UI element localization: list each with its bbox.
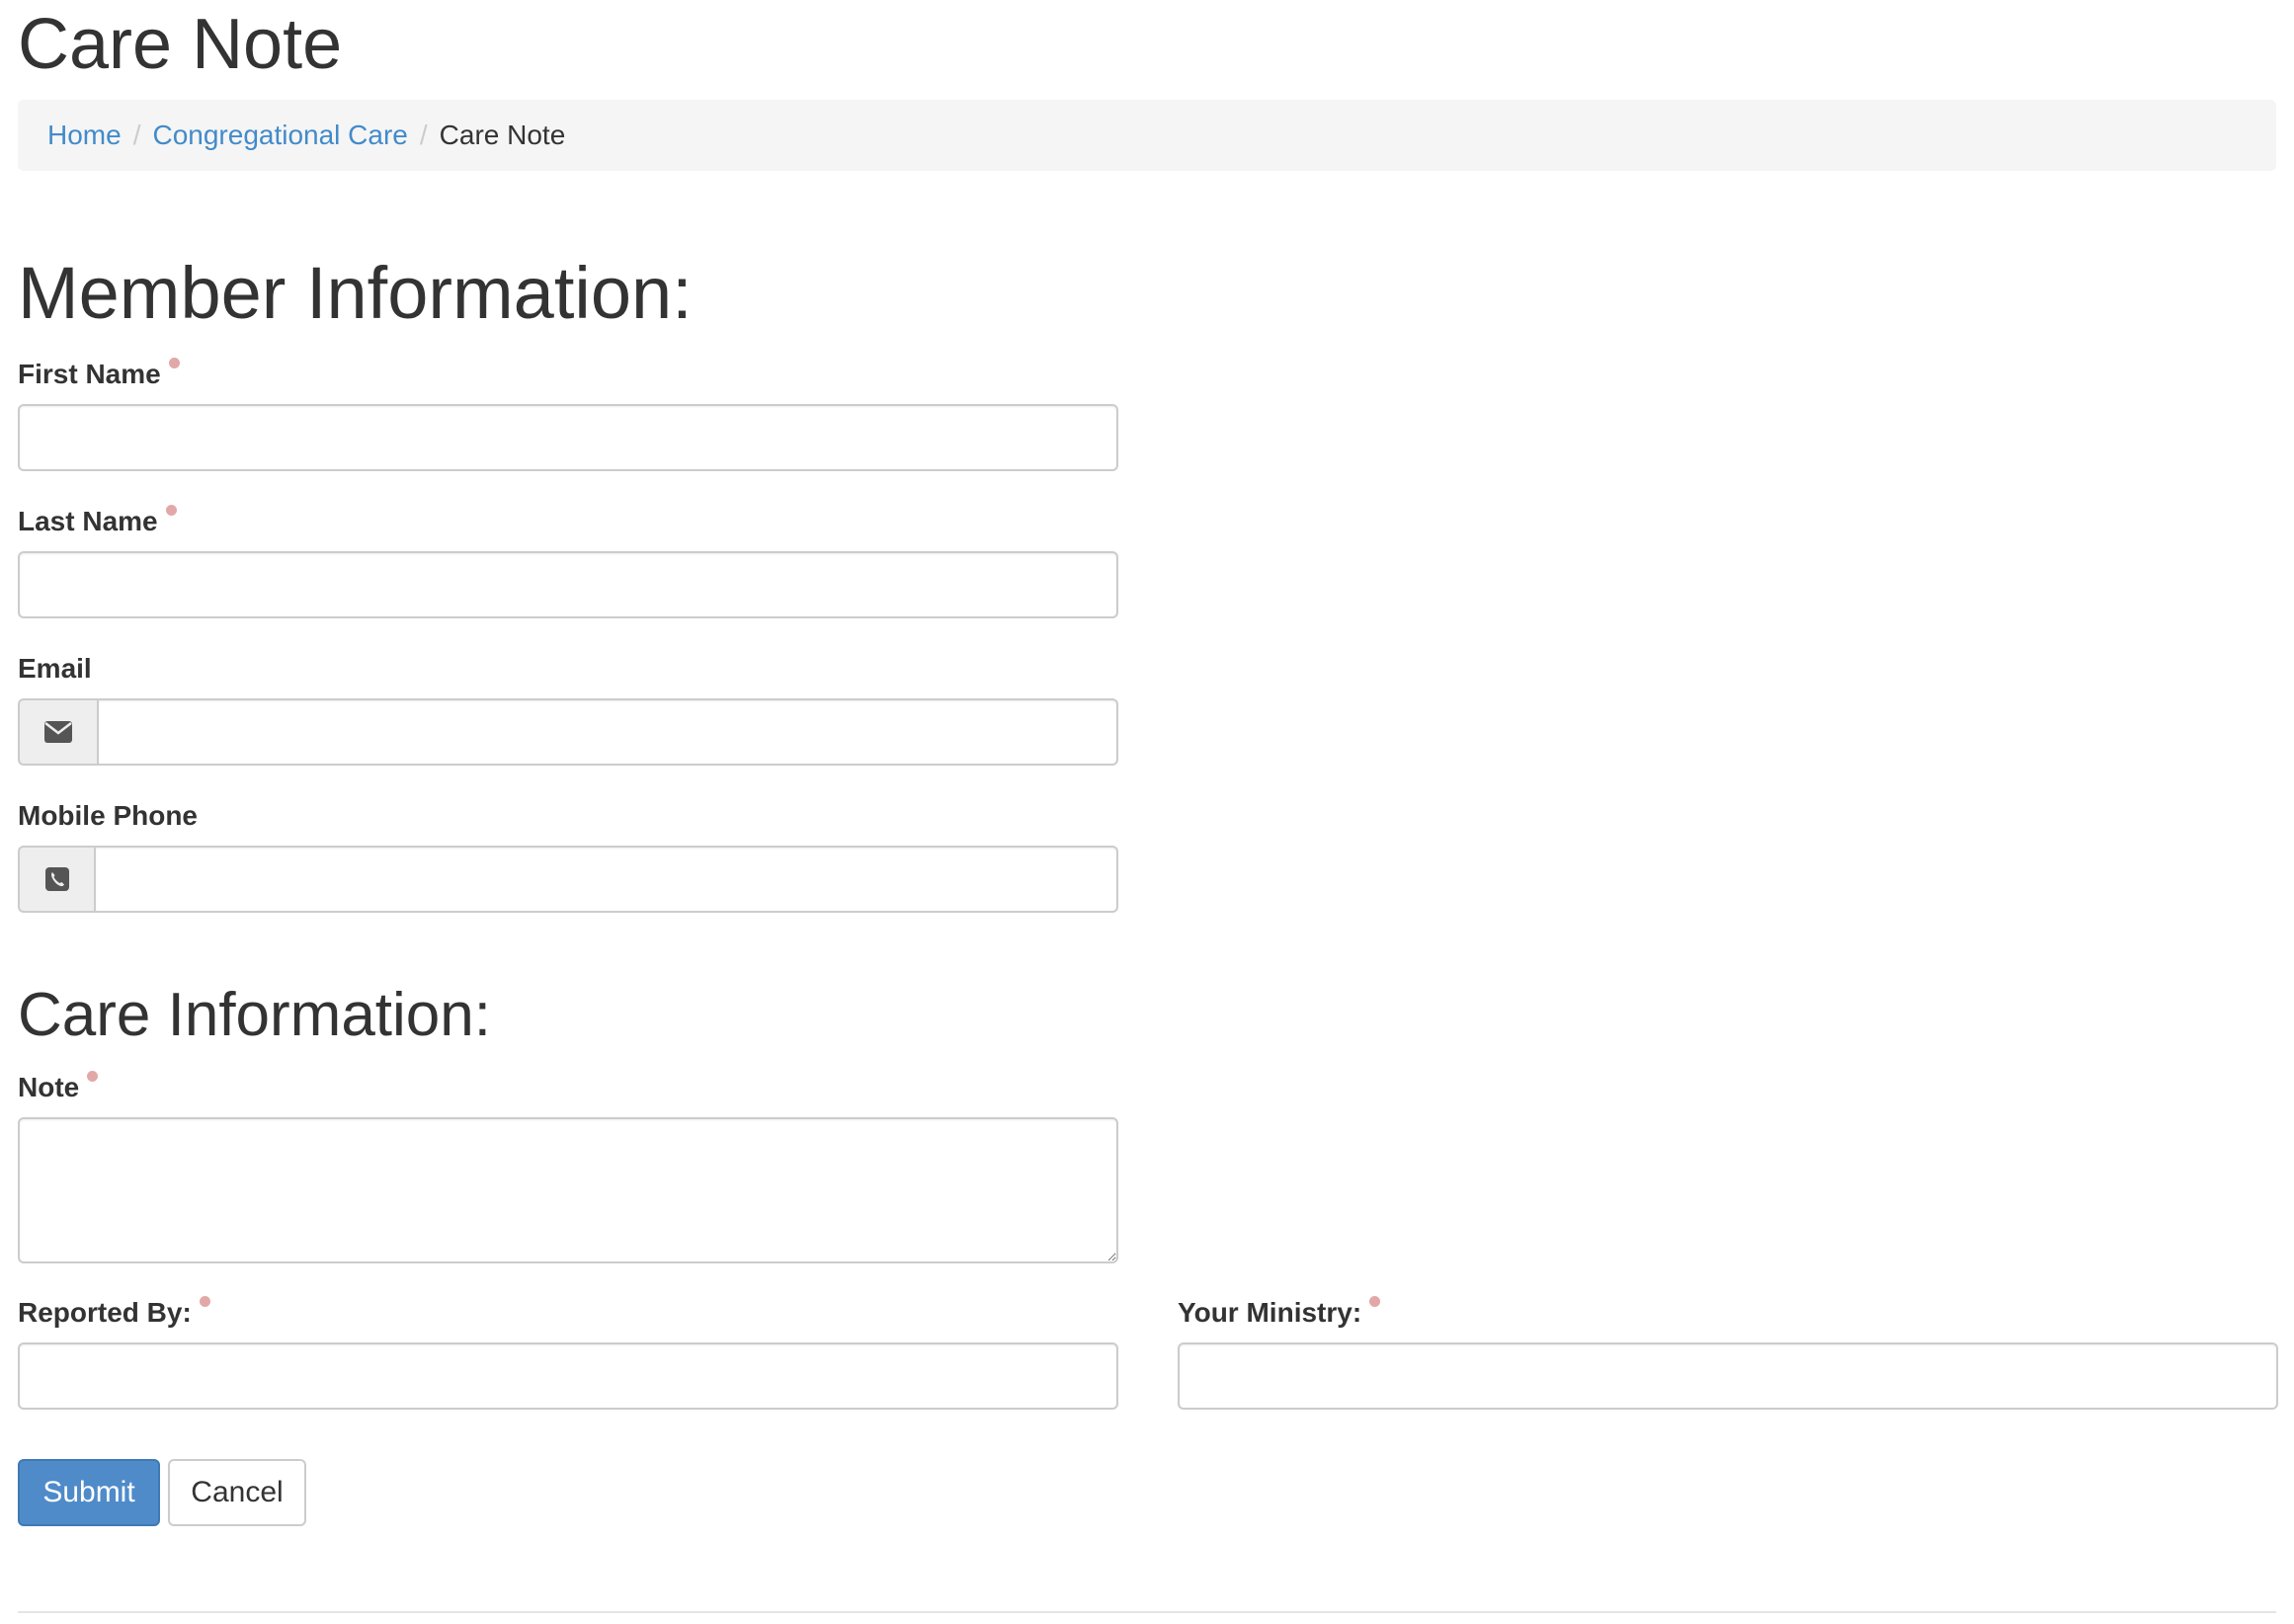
page-title: Care Note bbox=[18, 5, 343, 84]
your-ministry-label: Your Ministry: bbox=[1178, 1296, 1381, 1330]
required-indicator bbox=[87, 1071, 99, 1082]
mobile-phone-input-group bbox=[18, 846, 1118, 913]
note-label-text: Note bbox=[18, 1072, 80, 1102]
first-name-label: First Name bbox=[18, 358, 180, 391]
mobile-phone-input[interactable] bbox=[94, 846, 1118, 913]
breadcrumb-separator: / bbox=[419, 120, 428, 150]
reported-by-label: Reported By: bbox=[18, 1296, 210, 1330]
your-ministry-label-text: Your Ministry: bbox=[1178, 1297, 1362, 1328]
your-ministry-input[interactable] bbox=[1178, 1342, 2278, 1410]
last-name-label-text: Last Name bbox=[18, 506, 158, 536]
footer-divider bbox=[18, 1611, 2276, 1613]
last-name-label: Last Name bbox=[18, 505, 177, 538]
mobile-phone-label: Mobile Phone bbox=[18, 799, 198, 833]
first-name-label-text: First Name bbox=[18, 359, 161, 389]
last-name-input[interactable] bbox=[18, 551, 1118, 618]
required-indicator bbox=[165, 505, 177, 516]
envelope-icon bbox=[44, 721, 72, 743]
reported-by-label-text: Reported By: bbox=[18, 1297, 192, 1328]
email-addon bbox=[18, 698, 97, 766]
required-indicator bbox=[199, 1296, 210, 1307]
email-input[interactable] bbox=[97, 698, 1118, 766]
care-note-page: Care Note Home / Congregational Care / C… bbox=[0, 0, 2294, 1624]
first-name-input[interactable] bbox=[18, 404, 1118, 471]
submit-button[interactable]: Submit bbox=[18, 1459, 160, 1526]
email-label: Email bbox=[18, 652, 92, 686]
mobile-phone-label-text: Mobile Phone bbox=[18, 800, 198, 831]
mobile-phone-addon bbox=[18, 846, 94, 913]
reported-by-input[interactable] bbox=[18, 1342, 1118, 1410]
email-label-text: Email bbox=[18, 653, 92, 684]
required-indicator bbox=[168, 358, 180, 368]
breadcrumb: Home / Congregational Care / Care Note bbox=[18, 100, 2276, 171]
breadcrumb-home-link[interactable]: Home bbox=[47, 120, 122, 151]
note-label: Note bbox=[18, 1071, 99, 1104]
email-input-group bbox=[18, 698, 1118, 766]
required-indicator bbox=[1369, 1296, 1381, 1307]
member-information-heading: Member Information: bbox=[18, 252, 693, 334]
note-textarea[interactable] bbox=[18, 1117, 1118, 1263]
cancel-button[interactable]: Cancel bbox=[168, 1459, 306, 1526]
breadcrumb-separator: / bbox=[132, 120, 141, 150]
care-information-heading: Care Information: bbox=[18, 981, 491, 1049]
breadcrumb-current: Care Note bbox=[439, 120, 566, 150]
breadcrumb-congregational-care-link[interactable]: Congregational Care bbox=[152, 120, 407, 151]
phone-square-icon bbox=[44, 867, 69, 891]
